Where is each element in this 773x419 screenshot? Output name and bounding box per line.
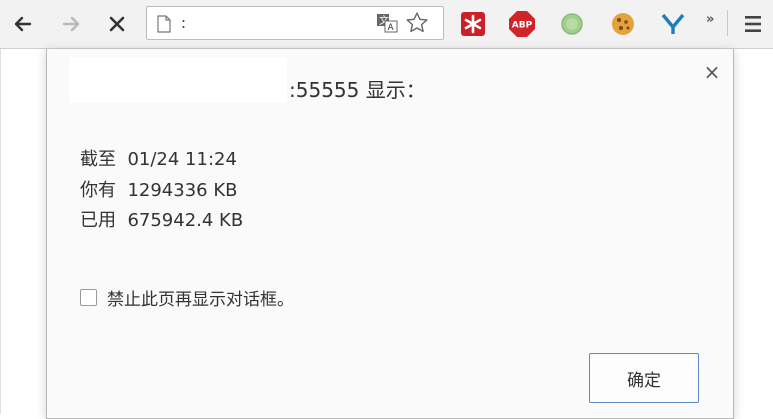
line-value: 675942.4 KB xyxy=(127,210,244,231)
extensions-overflow-button[interactable]: » xyxy=(706,12,714,27)
back-arrow-icon[interactable] xyxy=(8,9,38,39)
line-label: 截至 xyxy=(80,149,116,170)
menu-icon[interactable] xyxy=(738,10,768,38)
line-value: 1294336 KB xyxy=(127,179,238,201)
y-extension-icon[interactable] xyxy=(659,10,687,38)
message-line: 截至 01/24 11:24 xyxy=(80,145,243,176)
ok-button[interactable]: 确定 xyxy=(589,353,699,403)
toolbar-divider xyxy=(727,10,728,36)
translate-icon[interactable]: 文A xyxy=(376,13,398,37)
address-redaction xyxy=(191,9,391,37)
suppress-checkbox[interactable] xyxy=(80,289,97,306)
line-label: 已用 xyxy=(80,210,116,231)
forward-arrow-icon[interactable] xyxy=(56,9,86,39)
page-edge xyxy=(0,49,1,414)
address-bar[interactable]: : 文A xyxy=(146,6,444,40)
cookie-icon[interactable] xyxy=(609,10,637,38)
page-icon xyxy=(157,15,171,37)
suppress-label: 禁止此页再显示对话框。 xyxy=(107,290,294,310)
message-line: 已用 675942.4 KB xyxy=(80,206,243,237)
bookmark-star-icon[interactable] xyxy=(405,11,429,39)
title-redaction xyxy=(69,57,287,103)
circle-extension-icon[interactable] xyxy=(558,10,586,38)
close-icon[interactable]: × xyxy=(701,60,723,84)
dialog-message: 截至 01/24 11:24 你有 1294336 KB 已用 675942.4… xyxy=(80,145,243,237)
dialog-title: :55555 显示： xyxy=(289,78,426,102)
browser-toolbar: : 文A ABP » xyxy=(0,0,773,49)
line-value: 01/24 11:24 xyxy=(127,149,237,170)
line-label: 你有 xyxy=(80,179,116,201)
lastpass-icon[interactable] xyxy=(459,10,487,38)
address-text: : xyxy=(181,14,187,32)
message-line: 你有 1294336 KB xyxy=(80,176,243,207)
adblock-plus-icon[interactable]: ABP xyxy=(508,10,536,38)
suppress-dialogs-option[interactable]: 禁止此页再显示对话框。 xyxy=(80,285,294,310)
svg-text:A: A xyxy=(388,23,395,33)
alert-dialog: :55555 显示： × 截至 01/24 11:24 你有 1294336 K… xyxy=(46,49,734,419)
stop-icon[interactable] xyxy=(102,9,132,39)
svg-text:ABP: ABP xyxy=(512,21,533,31)
